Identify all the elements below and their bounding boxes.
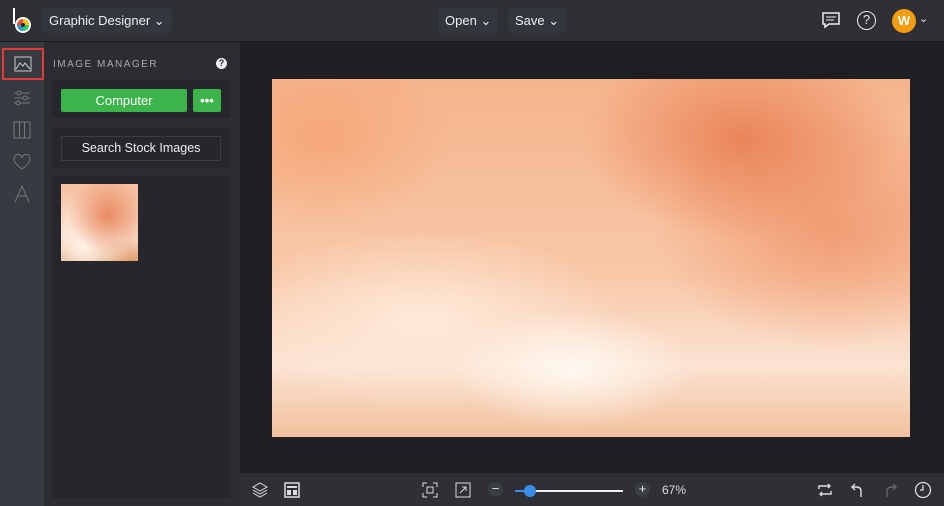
text-icon (14, 185, 30, 203)
image-manager-tool[interactable] (2, 48, 44, 80)
undo-icon[interactable] (849, 481, 867, 499)
project-type-label: Graphic Designer (49, 13, 151, 28)
layout-icon[interactable] (283, 481, 301, 499)
save-button[interactable]: Save ⌄ (508, 8, 567, 33)
chevron-down-icon: ⌄ (548, 13, 560, 28)
layout-tool[interactable] (6, 114, 38, 146)
sliders-icon (14, 90, 30, 106)
image-manager-panel: IMAGE MANAGER ? Computer ••• Search Stoc… (44, 42, 240, 506)
more-options-button[interactable]: ••• (193, 89, 221, 112)
help-icon[interactable]: ? (216, 58, 227, 69)
redo-icon[interactable] (881, 481, 899, 499)
project-type-dropdown[interactable]: Graphic Designer ⌄ (42, 8, 172, 33)
flip-icon[interactable] (816, 481, 834, 499)
fit-to-screen-icon[interactable] (421, 481, 439, 499)
open-label: Open (445, 13, 477, 28)
help-icon[interactable]: ? (857, 11, 876, 30)
upload-card: Computer ••• (52, 80, 230, 118)
history-icon[interactable] (914, 481, 932, 499)
canvas-area (240, 42, 944, 473)
stock-card: Search Stock Images (52, 128, 230, 168)
chevron-down-icon: ⌄ (480, 13, 492, 28)
graphics-tool[interactable] (6, 146, 38, 178)
top-bar: Graphic Designer ⌄ Open ⌄ Save ⌄ ? W ⌄ (0, 0, 944, 42)
panel-title: IMAGE MANAGER (53, 59, 159, 70)
zoom-slider-handle[interactable] (524, 485, 537, 497)
tool-rail (0, 42, 44, 506)
expand-icon[interactable] (454, 481, 472, 499)
layers-icon[interactable] (251, 481, 269, 499)
adjust-tool[interactable] (6, 82, 38, 114)
avatar[interactable]: W (892, 9, 916, 33)
bottom-toolbar: − + 67% (240, 473, 944, 506)
zoom-level: 67% (662, 483, 687, 497)
search-stock-images-button[interactable]: Search Stock Images (61, 136, 221, 161)
image-library (52, 176, 230, 498)
zoom-out-button[interactable]: − (488, 482, 503, 497)
chevron-down-icon: ⌄ (153, 13, 165, 28)
zoom-slider[interactable] (515, 485, 623, 497)
computer-upload-button[interactable]: Computer (61, 89, 187, 112)
text-tool[interactable] (6, 178, 38, 210)
open-button[interactable]: Open ⌄ (438, 8, 499, 33)
app-logo[interactable] (10, 8, 34, 34)
save-label: Save (515, 13, 545, 28)
image-icon (14, 56, 32, 72)
heart-icon (13, 154, 31, 170)
zoom-in-button[interactable]: + (635, 482, 650, 497)
canvas-image[interactable] (272, 79, 910, 437)
chevron-down-icon[interactable]: ⌄ (919, 12, 928, 25)
columns-icon (13, 121, 31, 139)
image-thumbnail[interactable] (61, 184, 138, 261)
comment-icon[interactable] (821, 11, 841, 29)
